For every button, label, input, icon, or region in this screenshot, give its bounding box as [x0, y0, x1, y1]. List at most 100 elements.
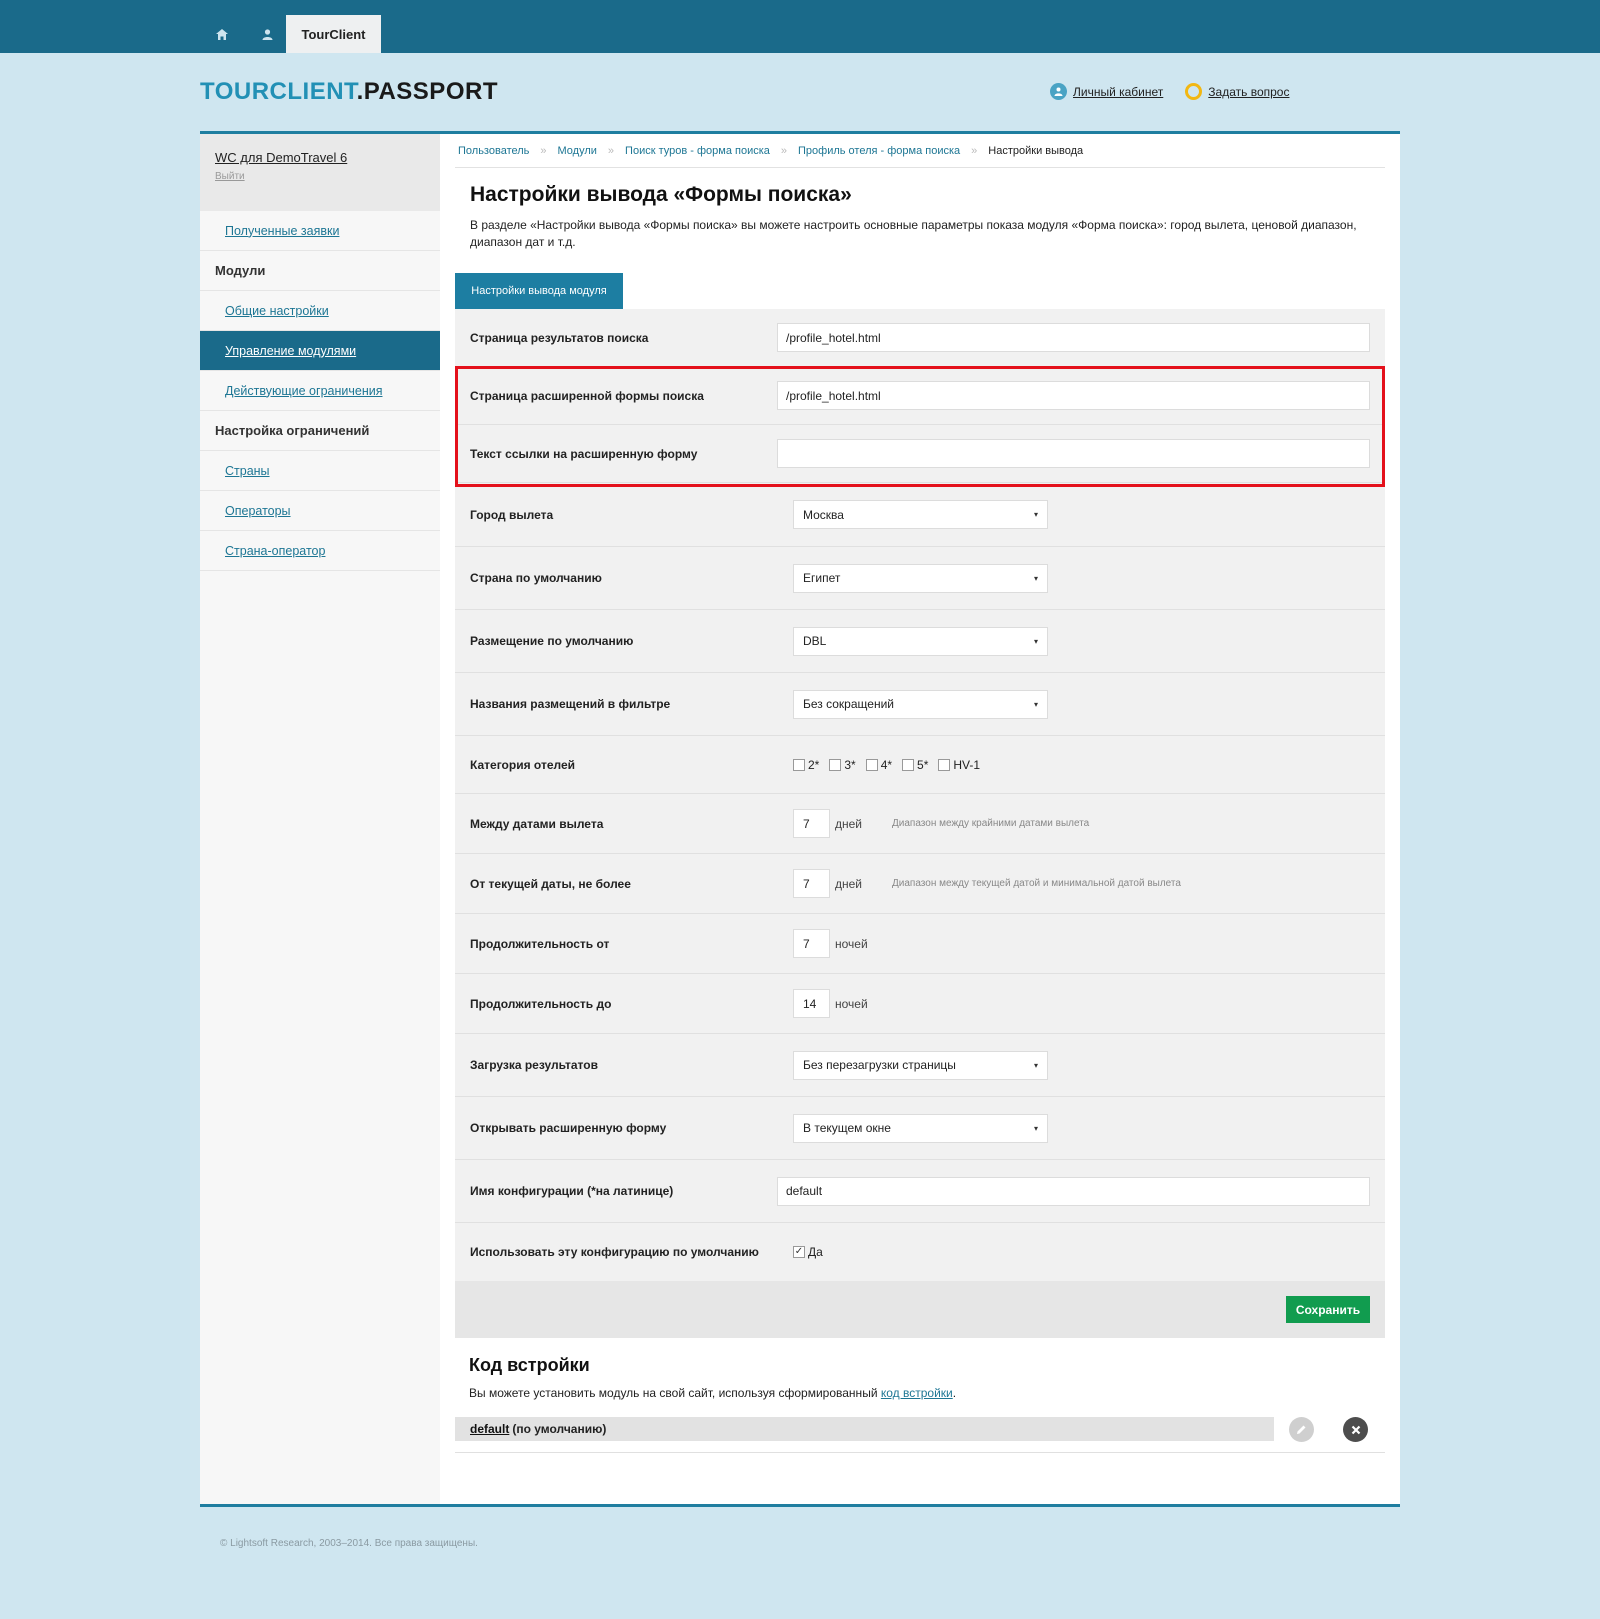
default-country-select[interactable]: Египет ▾ [793, 563, 1048, 593]
breadcrumb-item[interactable]: Модули [558, 145, 597, 157]
checkbox-box[interactable] [865, 758, 878, 771]
sidebar-item-label[interactable]: Управление модулями [225, 344, 356, 358]
from-current-date-input[interactable]: 7 [793, 869, 830, 898]
breadcrumb-item[interactable]: Пользователь [458, 145, 529, 157]
sidebar-item-active-restrictions[interactable]: Действующие ограничения [200, 371, 440, 411]
account-name[interactable]: WC для DemoTravel 6 [215, 150, 425, 165]
select-value: Египет [803, 571, 841, 585]
sidebar-heading-modules: Модули [200, 251, 440, 291]
ext-form-page-input[interactable]: /profile_hotel.html [777, 381, 1370, 410]
departure-city-select[interactable]: Москва ▾ [793, 500, 1048, 529]
open-ext-form-select[interactable]: В текущем окне ▾ [793, 1113, 1048, 1143]
sidebar-item-label[interactable]: Полученные заявки [225, 224, 339, 238]
delete-config-button[interactable] [1343, 1417, 1368, 1442]
unit-label: ночей [835, 996, 868, 1011]
field-label: Страна по умолчанию [470, 571, 602, 585]
accommodation-names-select[interactable]: Без сокращений ▾ [793, 689, 1048, 719]
field-label: Категория отелей [470, 757, 576, 772]
ask-link-label: Задать вопрос [1208, 84, 1290, 99]
duration-from-input[interactable]: 7 [793, 929, 830, 958]
user-icon [262, 28, 272, 40]
config-link[interactable]: default [470, 1422, 509, 1436]
unit-label: ночей [835, 936, 868, 951]
top-nav-bar: TourClient [0, 0, 1600, 53]
breadcrumb-item[interactable]: Поиск туров - форма поиска [625, 145, 770, 157]
field-label: Загрузка результатов [470, 1058, 598, 1072]
home-tab[interactable] [207, 15, 237, 53]
checkbox-label: HV-1 [953, 757, 981, 772]
duration-to-input[interactable]: 14 [793, 989, 830, 1018]
tab-module-output-settings[interactable]: Настройки вывода модуля [455, 273, 623, 314]
checkbox-label: 2* [808, 757, 820, 772]
logout-link[interactable]: Выйти [215, 171, 425, 182]
chevron-down-icon: ▾ [1033, 636, 1038, 646]
breadcrumb-separator: » [607, 144, 615, 157]
ext-link-text-input[interactable] [777, 439, 1370, 468]
field-label: Страница результатов поиска [470, 330, 649, 345]
checkbox-category-5[interactable]: 5* [902, 758, 928, 772]
select-value: В текущем окне [803, 1121, 891, 1135]
ask-question-link[interactable]: Задать вопрос [1185, 83, 1289, 100]
sidebar-item-label[interactable]: Общие настройки [225, 304, 329, 318]
row-default-country: Страна по умолчанию Египет ▾ [455, 547, 1385, 610]
field-label: Использовать эту конфигурацию по умолчан… [470, 1245, 759, 1259]
checkbox-category-hv1[interactable]: HV-1 [938, 758, 980, 772]
checkbox-category-3[interactable]: 3* [829, 758, 856, 772]
select-value: DBL [803, 634, 827, 648]
field-label: Страница расширенной формы поиска [470, 388, 704, 403]
sidebar-item-countries[interactable]: Страны [200, 451, 440, 491]
config-default-label: (по умолчанию) [512, 1422, 607, 1436]
row-between-dates: Между датами вылета 7 дней Диапазон межд… [455, 794, 1385, 854]
cabinet-link[interactable]: Личный кабинет [1050, 83, 1163, 100]
sidebar-item-module-management[interactable]: Управление модулями [200, 331, 440, 371]
default-accommodation-select[interactable]: DBL ▾ [793, 626, 1048, 656]
page-description: В разделе «Настройки вывода «Формы поиск… [470, 218, 1357, 249]
edit-config-button[interactable] [1289, 1417, 1314, 1442]
embed-code-link[interactable]: код встройки [881, 1386, 953, 1400]
sidebar-item-label[interactable]: Страна-оператор [225, 544, 325, 558]
sidebar-item-requests[interactable]: Полученные заявки [200, 211, 440, 251]
save-button[interactable]: Сохранить [1286, 1296, 1370, 1323]
sidebar-item-label[interactable]: Страны [225, 464, 270, 478]
user-circle-icon [1050, 83, 1067, 100]
sidebar-item-operators[interactable]: Операторы [200, 491, 440, 531]
results-page-input[interactable]: /profile_hotel.html [777, 323, 1370, 352]
site-logo[interactable]: TOURCLIENT.PASSPORT [200, 78, 498, 106]
lifebuoy-icon [1185, 83, 1203, 100]
unit-label: дней [835, 816, 863, 831]
tab-tourclient[interactable]: TourClient [286, 15, 381, 53]
config-name-input[interactable]: default [777, 1176, 1370, 1206]
between-dates-input[interactable]: 7 [793, 809, 830, 838]
sidebar-heading-restrictions: Настройка ограничений [200, 411, 440, 451]
field-label: Открывать расширенную форму [470, 1121, 667, 1135]
field-label: От текущей даты, не более [470, 876, 631, 891]
checkbox-box[interactable]: ✓ [793, 1246, 805, 1258]
sidebar-item-label[interactable]: Действующие ограничения [225, 384, 382, 398]
checkbox-box[interactable] [829, 758, 842, 771]
breadcrumb-item[interactable]: Профиль отеля - форма поиска [798, 145, 960, 157]
breadcrumb: Пользователь » Модули » Поиск туров - форм… [455, 134, 1385, 168]
row-ext-link-text: Текст ссылки на расширенную форму [455, 425, 1385, 483]
sidebar-item-country-operator[interactable]: Страна-оператор [200, 531, 440, 571]
account-block: WC для DemoTravel 6 Выйти [200, 134, 440, 211]
select-value: Без сокращений [803, 697, 894, 711]
checkbox-box[interactable] [902, 758, 915, 771]
pencil-icon [1297, 1425, 1306, 1434]
checkbox-category-4[interactable]: 4* [865, 758, 892, 772]
config-list-row: default (по умолчанию) [455, 1417, 1385, 1453]
select-value: Москва [803, 507, 844, 522]
use-default-checkbox[interactable]: ✓ Да [793, 1245, 823, 1259]
sidebar-item-label[interactable]: Операторы [225, 504, 291, 518]
checkbox-box[interactable] [938, 758, 951, 771]
close-icon [1351, 1425, 1360, 1434]
row-config-name: Имя конфигурации (*на латинице) default [455, 1160, 1385, 1223]
checkbox-label: 5* [917, 757, 929, 772]
logo-part-2: .PASSPORT [356, 78, 498, 105]
sidebar-item-general-settings[interactable]: Общие настройки [200, 291, 440, 331]
results-loading-select[interactable]: Без перезагрузки страницы ▾ [793, 1050, 1048, 1080]
checkbox-category-2[interactable]: 2* [793, 758, 819, 772]
checkbox-box[interactable] [793, 758, 805, 771]
user-tab[interactable] [252, 15, 282, 53]
chevron-down-icon: ▾ [1033, 699, 1038, 709]
chevron-down-icon: ▾ [1033, 510, 1038, 519]
